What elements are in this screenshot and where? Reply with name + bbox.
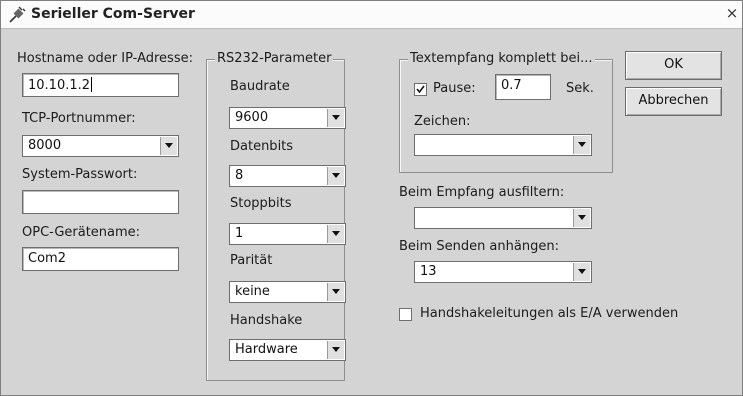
handshake-select[interactable]: Hardware: [229, 339, 346, 361]
handshake-io-checkbox[interactable]: [399, 308, 412, 321]
pause-value: 0.7: [501, 78, 522, 93]
filter-label: Beim Empfang ausfiltern:: [399, 185, 565, 200]
hostname-value: 10.10.1.2: [28, 78, 91, 93]
parity-value: keine: [235, 284, 270, 299]
databits-value: 8: [235, 168, 244, 183]
append-value: 13: [420, 264, 437, 279]
text-cursor: [91, 77, 93, 92]
chars-label: Zeichen:: [414, 114, 471, 129]
chars-select[interactable]: [414, 134, 592, 156]
ok-button[interactable]: OK: [625, 51, 722, 80]
chevron-down-icon[interactable]: [327, 283, 344, 301]
append-label: Beim Senden anhängen:: [399, 239, 559, 254]
tcp-port-label: TCP-Portnummer:: [22, 111, 136, 126]
text-receive-group-title: Textempfang komplett bei...: [408, 51, 595, 66]
pause-unit: Sek.: [566, 81, 594, 96]
chevron-down-icon[interactable]: [573, 136, 590, 154]
opc-name-field[interactable]: Com2: [22, 247, 179, 271]
chevron-down-icon[interactable]: [327, 225, 344, 243]
chevron-down-icon[interactable]: [573, 209, 590, 227]
tcp-port-value: 8000: [28, 138, 62, 153]
com-server-dialog: Serieller Com-Server × Hostname oder IP-…: [0, 0, 743, 396]
chevron-down-icon[interactable]: [327, 341, 344, 359]
window-title: Serieller Com-Server: [31, 6, 195, 22]
chevron-down-icon[interactable]: [327, 167, 344, 185]
stopbits-value: 1: [235, 226, 244, 241]
baudrate-label: Baudrate: [230, 79, 290, 94]
opc-name-value: Com2: [28, 251, 66, 266]
password-label: System-Passwort:: [22, 167, 138, 182]
checkmark-icon: [416, 85, 425, 94]
stopbits-select[interactable]: 1: [229, 223, 346, 245]
chevron-down-icon[interactable]: [160, 137, 177, 155]
parity-select[interactable]: keine: [229, 281, 346, 303]
title-bar[interactable]: Serieller Com-Server ×: [1, 1, 742, 29]
pause-field[interactable]: 0.7: [495, 74, 551, 100]
plug-icon: [9, 6, 26, 23]
databits-select[interactable]: 8: [229, 165, 346, 187]
chevron-down-icon[interactable]: [573, 263, 590, 281]
append-select[interactable]: 13: [414, 261, 592, 283]
parity-label: Parität: [230, 253, 273, 268]
handshake-label: Handshake: [230, 313, 303, 328]
pause-checkbox[interactable]: [414, 83, 427, 96]
cancel-button[interactable]: Abbrechen: [625, 87, 722, 116]
baudrate-value: 9600: [235, 110, 269, 125]
tcp-port-select[interactable]: 8000: [22, 135, 179, 157]
baudrate-select[interactable]: 9600: [229, 107, 346, 129]
close-icon[interactable]: ×: [723, 4, 741, 22]
opc-name-label: OPC-Gerätename:: [22, 225, 141, 240]
hostname-field[interactable]: 10.10.1.2: [22, 73, 179, 97]
pause-label: Pause:: [433, 81, 476, 96]
hostname-label: Hostname oder IP-Adresse:: [17, 51, 193, 66]
chevron-down-icon[interactable]: [327, 109, 344, 127]
databits-label: Datenbits: [230, 139, 294, 154]
handshake-io-label: Handshakeleitungen als E/A verwenden: [420, 306, 679, 321]
password-field[interactable]: [22, 190, 179, 214]
filter-select[interactable]: [414, 207, 592, 229]
stopbits-label: Stoppbits: [230, 196, 292, 211]
rs232-group-title: RS232-Parameter: [215, 51, 334, 66]
handshake-value: Hardware: [235, 342, 298, 357]
